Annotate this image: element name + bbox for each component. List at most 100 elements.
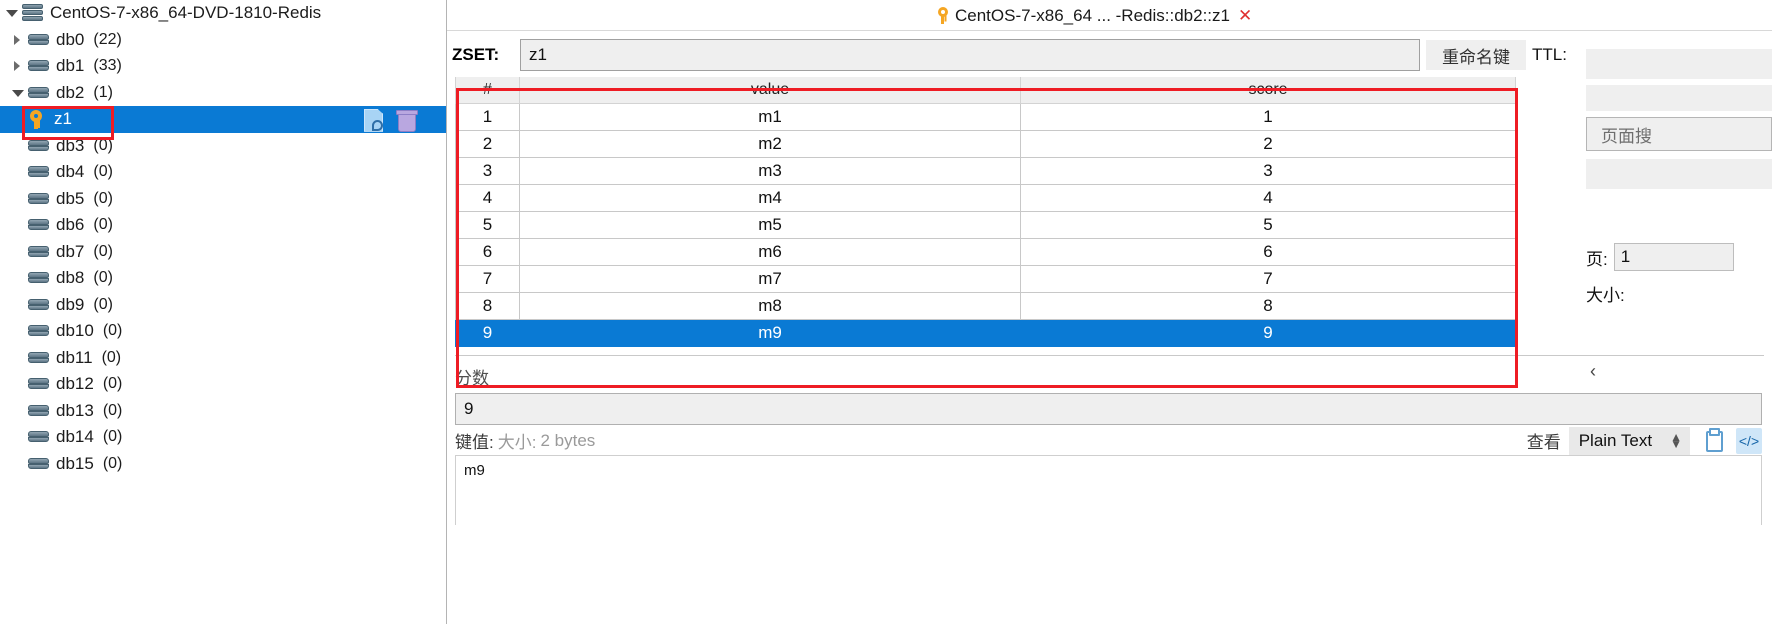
tree-node-db12[interactable]: db12 (0) [0,371,446,398]
table-header-row: # value score [455,77,1516,104]
server-icon [22,3,43,23]
tree-node-db11[interactable]: db11 (0) [0,345,446,372]
database-icon [28,86,49,100]
tree-node-db6[interactable]: db6 (0) [0,212,446,239]
tree-node-db7[interactable]: db7 (0) [0,239,446,266]
tree-node-count: (0) [93,189,113,207]
column-header-score[interactable]: score [1020,77,1516,104]
table-row[interactable]: 3 m3 3 [455,156,1516,185]
table-row[interactable]: 8 m8 8 [455,291,1516,320]
tree-node-db3[interactable]: db3 (0) [0,133,446,160]
tree-node-db1[interactable]: db1 (33) [0,53,446,80]
key-editor-panel: CentOS-7-x86_64 ... -Redis::db2::z1 ✕ ZS… [447,0,1772,624]
cell-index: 2 [455,129,520,158]
page-search-button[interactable]: 页面搜 [1586,117,1772,151]
key-name-input[interactable]: z1 [520,39,1420,71]
tree-node-db13[interactable]: db13 (0) [0,398,446,425]
chevron-right-icon[interactable] [10,32,26,48]
database-icon [28,351,49,365]
tree-node-label: db2 [56,82,85,102]
database-icon [28,218,49,232]
cell-index: 1 [455,102,520,131]
cell-score: 6 [1020,237,1516,266]
chevron-placeholder-icon [10,403,26,419]
tree-node-count: (0) [93,242,113,260]
database-icon [28,404,49,418]
chevron-placeholder-icon [10,217,26,233]
database-icon [28,377,49,391]
cell-value: m4 [519,183,1021,212]
tree-node-db2[interactable]: db2 (1) [0,80,446,107]
database-icon [28,139,49,153]
table-row[interactable]: 7 m7 7 [455,264,1516,293]
tree-node-label: db13 [56,400,94,420]
table-row[interactable]: 4 m4 4 [455,183,1516,212]
cell-index: 9 [455,318,520,347]
table-row-selected[interactable]: 9 m9 9 [455,318,1516,347]
tree-node-label: db10 [56,321,94,341]
chevron-placeholder-icon [10,270,26,286]
tree-node-label: db1 [56,56,85,76]
table-row[interactable]: 6 m6 6 [455,237,1516,266]
chevron-placeholder-icon [10,429,26,445]
tree-node-count: (0) [101,348,122,366]
tree-node-count: (0) [102,428,123,446]
tab-key-z1[interactable]: CentOS-7-x86_64 ... -Redis::db2::z1 ✕ [936,0,1252,31]
rename-key-button[interactable]: 重命名键 [1426,40,1526,70]
tree-node-db8[interactable]: db8 (0) [0,265,446,292]
cell-index: 7 [455,264,520,293]
tree-node-server[interactable]: CentOS-7-x86_64-DVD-1810-Redis [0,0,446,27]
database-icon [28,245,49,259]
value-text-area[interactable]: m9 [455,454,1762,525]
value-size-text: 2 bytes [540,430,596,450]
key-name-row: ZSET: z1 重命名键 TTL: [447,31,1772,77]
page-size-label: 大小: [1586,286,1625,305]
tree-node-db4[interactable]: db4 (0) [0,159,446,186]
table-row[interactable]: 5 m5 5 [455,210,1516,239]
tree-node-db0[interactable]: db0 (22) [0,27,446,54]
tree-node-count: (1) [93,83,113,101]
tree-node-label: db0 [56,29,85,49]
tree-node-label: db5 [56,188,85,208]
cell-score: 2 [1020,129,1516,158]
tree-node-db10[interactable]: db10 (0) [0,318,446,345]
tree-node-db9[interactable]: db9 (0) [0,292,446,319]
cell-value: m6 [519,237,1021,266]
zset-table[interactable]: # value score 1 m1 1 2 m2 2 3 m3 3 4 m4 … [455,77,1516,347]
page-label: 页: [1586,249,1608,269]
chevron-down-icon[interactable] [10,85,26,101]
column-header-value[interactable]: value [519,77,1021,104]
close-icon[interactable]: ✕ [1238,7,1252,24]
cell-value: m8 [519,291,1021,320]
table-row[interactable]: 1 m1 1 [455,102,1516,131]
tree-node-count: (0) [93,136,113,154]
ttl-label: TTL: [1532,45,1567,64]
column-header-index[interactable]: # [455,77,520,104]
page-input[interactable]: 1 [1613,243,1734,271]
chevron-placeholder-icon [10,350,26,366]
duplicate-key-icon[interactable] [364,109,383,131]
chevron-right-icon[interactable] [10,58,26,74]
tree-node-label: db6 [56,215,85,235]
tree-node-key-z1[interactable]: z1 [0,106,446,133]
delete-key-icon[interactable] [396,109,418,132]
tree-node-db15[interactable]: db15 (0) [0,451,446,478]
database-icon [28,457,49,471]
database-icon [28,324,49,338]
chevron-placeholder-icon [10,456,26,472]
table-row[interactable]: 2 m2 2 [455,129,1516,158]
chevron-placeholder-icon [10,138,26,154]
chevron-down-icon[interactable] [4,5,20,21]
prev-page-icon[interactable]: ‹ [1590,361,1596,382]
key-tree-panel[interactable]: CentOS-7-x86_64-DVD-1810-Redis db0 (22) … [0,0,447,624]
row-actions [364,106,418,133]
score-input[interactable]: 9 [455,392,1762,425]
tree-node-db14[interactable]: db14 (0) [0,424,446,451]
tree-node-count: (0) [93,269,113,287]
tab-title: CentOS-7-x86_64 ... -Redis::db2::z1 [955,5,1230,25]
key-icon [27,109,46,129]
tree-node-count: (0) [102,322,123,340]
tree-node-db5[interactable]: db5 (0) [0,186,446,213]
tree-node-count: (22) [93,30,122,48]
chevron-placeholder-icon [10,164,26,180]
